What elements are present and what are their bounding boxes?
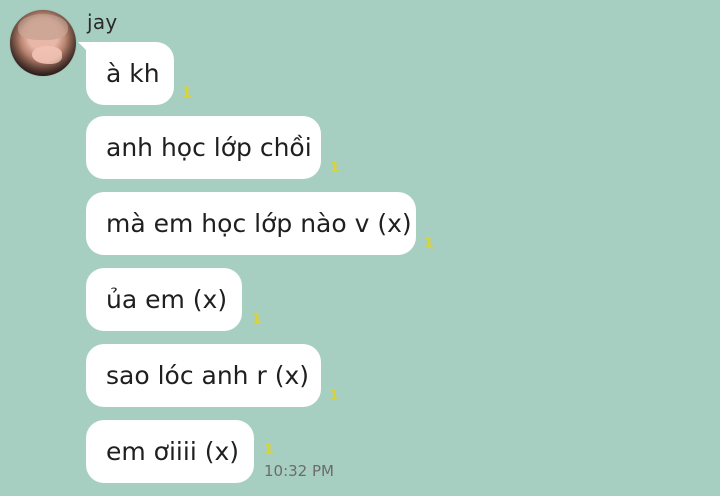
message-text: sao lóc anh r (x) (106, 361, 310, 390)
avatar-shade (10, 10, 76, 76)
read-count-6: 1 (264, 442, 274, 458)
message-timestamp: 10:32 PM (264, 462, 334, 480)
sender-name: jay (87, 10, 118, 34)
message-text: anh học lớp chồi (106, 133, 312, 162)
message-bubble-6[interactable]: em ơiiii (x) (86, 420, 254, 483)
message-bubble-1[interactable]: à kh (78, 42, 174, 105)
message-bubble-5[interactable]: sao lóc anh r (x) (86, 344, 321, 407)
message-text: mà em học lớp nào v (x) (106, 209, 412, 238)
message-text: em ơiiii (x) (106, 437, 240, 466)
read-count-1: 1 (182, 85, 192, 101)
message-bubble-2[interactable]: anh học lớp chồi (86, 116, 321, 179)
sender-avatar[interactable] (10, 10, 76, 76)
read-count-3: 1 (424, 236, 434, 252)
message-text: ủa em (x) (106, 285, 228, 314)
read-count-4: 1 (252, 312, 262, 328)
read-count-5: 1 (329, 388, 339, 404)
message-bubble-4[interactable]: ủa em (x) (86, 268, 242, 331)
message-bubble-3[interactable]: mà em học lớp nào v (x) (86, 192, 416, 255)
message-text: à kh (106, 59, 160, 88)
read-count-2: 1 (330, 160, 340, 176)
